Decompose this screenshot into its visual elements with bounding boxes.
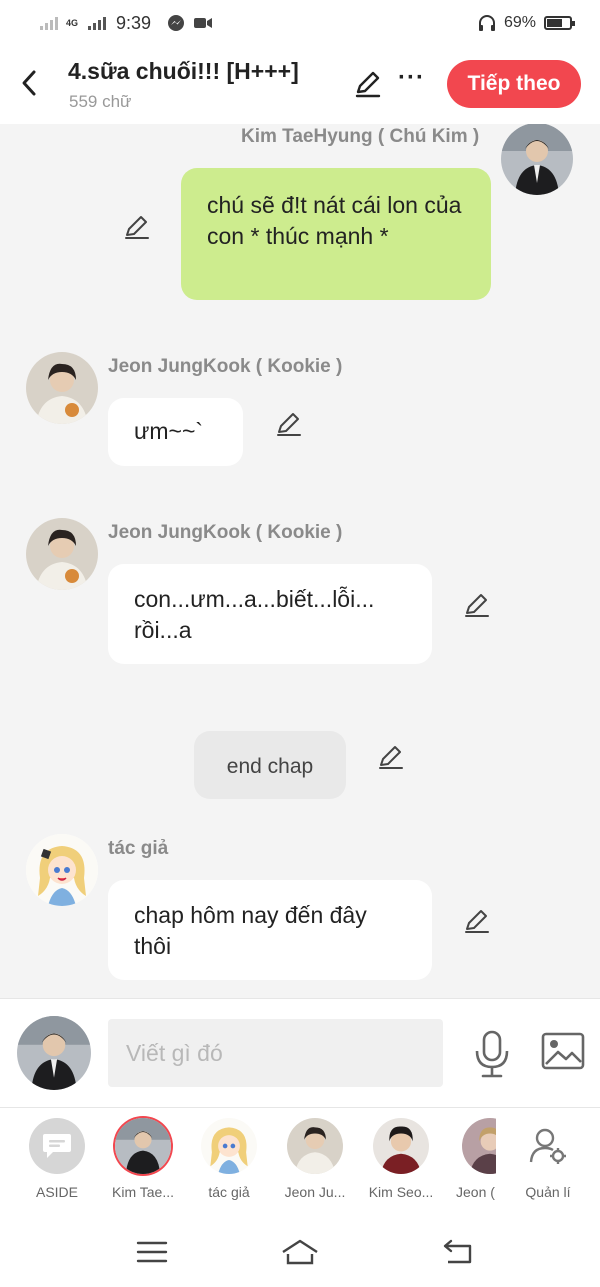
character-label: Quản lí [525, 1184, 571, 1200]
character-label: Kim Tae... [112, 1184, 174, 1200]
character-avatar [287, 1118, 343, 1174]
character-avatar [373, 1118, 429, 1174]
message-bubble: chap hôm nay đến đây thôi [108, 880, 432, 980]
battery-icon [544, 16, 575, 30]
sender-name: Jeon JungKook ( Kookie ) [108, 522, 343, 543]
current-speaker-avatar[interactable] [17, 1016, 91, 1090]
message-bubble: con...ưm...a...biết...lỗi... rồi...a [108, 564, 432, 664]
edit-message-icon[interactable] [376, 742, 406, 772]
next-button[interactable]: Tiếp theo [447, 60, 581, 108]
aside-icon [29, 1118, 85, 1174]
word-count: 559 chữ [69, 92, 132, 111]
character-label: Jeon Ju... [284, 1184, 346, 1200]
character-label: Kim Seo... [368, 1184, 434, 1200]
message-bubble: ưm~~` [108, 398, 243, 466]
sender-name: Jeon JungKook ( Kookie ) [108, 356, 343, 377]
avatar-author[interactable] [26, 834, 98, 906]
composer-bar [0, 998, 600, 1108]
edit-message-icon[interactable] [274, 409, 304, 439]
message-input[interactable] [108, 1019, 443, 1087]
battery-percent: 69% [503, 14, 536, 31]
chat-area[interactable]: Kim TaeHyung ( Chú Kim ) chú sẽ đ!t nát … [0, 124, 600, 998]
more-options-icon[interactable]: ··· [398, 64, 425, 92]
character-jeon-partial[interactable]: Jeon ( [448, 1118, 496, 1200]
character-label: Jeon ( [456, 1184, 495, 1200]
video-icon [194, 18, 213, 28]
avatar-jeon-jungkook[interactable] [26, 518, 98, 590]
menu-icon[interactable] [132, 1236, 172, 1268]
character-jeon-jungkook[interactable]: Jeon Ju... [275, 1118, 355, 1200]
signal-icon [40, 16, 58, 30]
back-arrow-icon[interactable] [14, 66, 44, 100]
app-header: 4.sữa chuối!!! [H+++] 559 chữ ··· Tiếp t… [0, 46, 600, 124]
image-icon[interactable] [541, 1031, 585, 1071]
microphone-icon[interactable] [470, 1029, 514, 1079]
aside-bubble: end chap [194, 731, 346, 799]
sender-name: tác giả [108, 838, 169, 859]
headphones-icon [478, 15, 495, 31]
page-title: 4.sữa chuối!!! [H+++] [68, 58, 299, 84]
avatar-jeon-jungkook[interactable] [26, 352, 98, 424]
sender-name: Kim TaeHyung ( Chú Kim ) [241, 126, 480, 147]
character-label: tác giả [208, 1184, 250, 1200]
signal-strength-icon [88, 16, 107, 30]
status-time: 9:39 [116, 12, 152, 33]
home-icon[interactable] [280, 1236, 320, 1268]
character-aside[interactable]: ASIDE [17, 1118, 97, 1200]
character-avatar [462, 1118, 496, 1174]
character-switcher: ASIDE Kim Tae... tác giả Jeon Ju... Kim … [0, 1108, 600, 1218]
messenger-icon [168, 15, 185, 31]
character-author[interactable]: tác giả [189, 1118, 269, 1200]
character-avatar [201, 1118, 257, 1174]
manage-icon [520, 1118, 576, 1174]
status-bar: 4G 9:39 69% [0, 0, 600, 46]
character-label: ASIDE [35, 1184, 78, 1200]
back-nav-icon[interactable] [438, 1236, 478, 1268]
system-nav-bar [0, 1218, 600, 1287]
character-kim-seokjin[interactable]: Kim Seo... [361, 1118, 441, 1200]
edit-message-icon[interactable] [122, 212, 152, 242]
edit-message-icon[interactable] [462, 906, 492, 936]
edit-title-icon[interactable] [352, 68, 384, 100]
character-avatar [115, 1118, 171, 1174]
character-kim-taehyung[interactable]: Kim Tae... [103, 1118, 183, 1200]
avatar-kim-taehyung[interactable] [501, 124, 573, 195]
manage-characters-button[interactable]: Quản lí [508, 1118, 588, 1200]
message-bubble: chú sẽ đ!t nát cái lon của con * thúc mạ… [181, 168, 491, 300]
edit-message-icon[interactable] [462, 590, 492, 620]
network-label: 4G [66, 17, 79, 28]
